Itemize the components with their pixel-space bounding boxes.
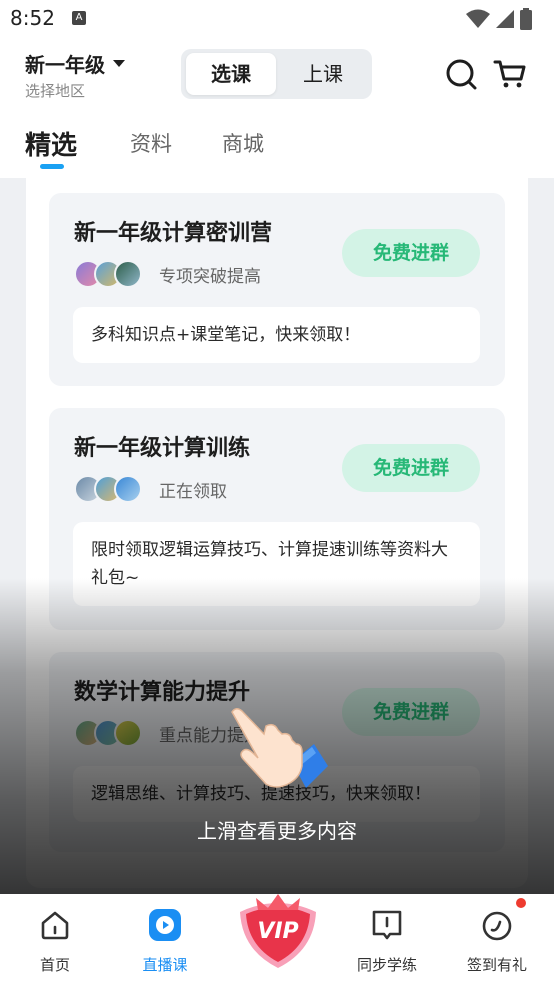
wifi-icon [466,9,490,28]
checkin-icon [482,911,512,941]
live-play-icon [149,909,181,941]
group-description: 多科知识点+课堂笔记，快来领取！ [73,307,480,363]
notification-dot [516,898,526,908]
avatar [114,475,142,503]
vip-badge-icon[interactable]: VIP [234,886,322,972]
top-tabs: 精选 资料 商城 [0,110,554,178]
bottom-nav: 首页 直播课 VIP 同步学练 签到有礼 [0,894,554,985]
join-group-button[interactable]: 免费进群 [342,229,480,277]
nav-home[interactable]: 首页 [0,894,110,985]
nav-label: 签到有礼 [466,956,527,974]
pointing-hand-icon [231,708,328,788]
tab-indicator [40,164,64,169]
nav-checkin-reward[interactable]: 签到有礼 [442,894,552,985]
tab-mall[interactable]: 商城 [222,128,264,158]
nav-live-course[interactable]: 直播课 [110,894,220,985]
nav-sync-practice[interactable]: 同步学练 [332,894,442,985]
region-selector[interactable]: 选择地区 [25,80,85,101]
svg-text:VIP: VIP [257,919,298,944]
book-icon [372,910,402,940]
mode-tab-select-course[interactable]: 选课 [186,53,276,95]
group-title: 新一年级计算训练 [74,436,251,461]
grade-selector[interactable]: 新一年级 [25,49,125,78]
member-avatars [74,475,146,503]
status-time: 8:52 [10,6,55,30]
nav-label: 直播课 [142,956,188,974]
group-card[interactable]: 新一年级计算训练 正在领取 免费进群 限时领取逻辑运算技巧、计算提速训练等资料大… [49,408,505,630]
nav-label: 首页 [39,956,70,974]
header: 新一年级 选择地区 选课 上课 [0,40,554,110]
search-icon[interactable] [445,58,477,90]
group-description: 限时领取逻辑运算技巧、计算提速训练等资料大礼包~ [73,522,480,606]
member-avatars [74,260,146,288]
group-title: 新一年级计算密训营 [74,221,273,246]
group-subtitle: 正在领取 [159,482,227,502]
status-bar: 8:52 A [0,0,554,40]
tab-featured[interactable]: 精选 [25,125,77,162]
grade-label: 新一年级 [25,53,105,77]
member-avatars [74,719,146,747]
status-icons [466,8,532,30]
battery-icon [520,8,532,30]
join-group-button[interactable]: 免费进群 [342,688,480,736]
home-icon [41,911,69,940]
signal-icon [496,10,514,28]
group-title: 数学计算能力提升 [74,680,251,705]
group-card[interactable]: 新一年级计算密训营 专项突破提高 免费进群 多科知识点+课堂笔记，快来领取！ [49,193,505,386]
mode-switch: 选课 上课 [181,49,372,99]
notification-a-icon: A [72,11,86,25]
mode-tab-attend-class[interactable]: 上课 [278,53,368,95]
avatar [114,260,142,288]
group-subtitle: 专项突破提高 [159,267,261,287]
join-group-button[interactable]: 免费进群 [342,444,480,492]
swipe-hint-text: 上滑查看更多内容 [197,819,357,843]
avatar [114,719,142,747]
tab-materials[interactable]: 资料 [130,128,172,158]
caret-down-icon [113,60,125,67]
nav-label: 同步学练 [356,956,417,974]
cart-icon[interactable] [493,56,527,90]
